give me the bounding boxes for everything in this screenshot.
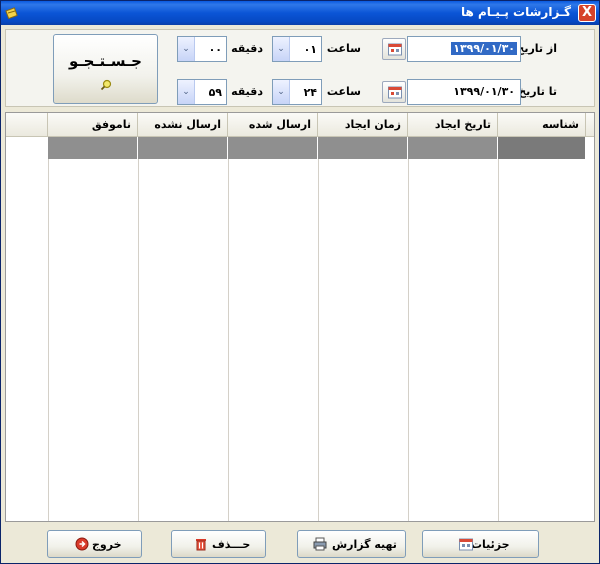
to-minute-label: دقیقه : [222, 85, 263, 98]
exit-button-label: خروج [92, 538, 122, 551]
table-cell[interactable] [138, 137, 228, 159]
delete-button-label: حـــذف [212, 538, 251, 551]
from-hour-select[interactable]: ⌄ ۰۱ [272, 36, 322, 62]
close-icon: X [581, 5, 593, 20]
from-minute-label: دقیقه : [222, 42, 263, 55]
magnifier-icon [100, 79, 112, 91]
delete-button[interactable]: حـــذف [171, 530, 266, 558]
table-cell[interactable] [48, 137, 138, 159]
to-date-value: ۱۳۹۹/۰۱/۳۰ [453, 85, 515, 98]
column-header-id[interactable]: شناسه [498, 113, 586, 137]
table-header: ناموفق ارسال نشده ارسال شده زمان ایجاد ت… [6, 113, 594, 137]
chevron-down-icon[interactable]: ⌄ [273, 37, 290, 61]
messages-table[interactable]: ناموفق ارسال نشده ارسال شده زمان ایجاد ت… [5, 112, 595, 522]
column-divider [498, 159, 499, 521]
details-button[interactable]: جزئیات [422, 530, 539, 558]
row-header-corner [6, 113, 48, 137]
to-minute-value: ۵۹ [208, 86, 222, 99]
table-cell[interactable] [408, 137, 498, 159]
from-hour-value: ۰۱ [303, 43, 317, 56]
create-report-button-label: تهیه گزارش [332, 538, 397, 551]
to-hour-select[interactable]: ⌄ ۲۴ [272, 79, 322, 105]
column-header-created-time[interactable]: زمان ایجاد [318, 113, 408, 137]
column-divider [408, 159, 409, 521]
calendar-icon [388, 86, 402, 99]
search-button[interactable]: جـسـتـجـو [53, 34, 158, 104]
app-icon [5, 7, 18, 20]
report-window: گـزارشات پـیـام ها X جـسـتـجـو از تاریخ … [0, 0, 600, 564]
search-button-label: جـسـتـجـو [69, 52, 142, 70]
column-divider [138, 159, 139, 521]
column-header-filler [586, 113, 594, 137]
table-cell[interactable] [228, 137, 318, 159]
to-calendar-button[interactable] [382, 81, 406, 103]
column-divider [228, 159, 229, 521]
create-report-button[interactable]: تهیه گزارش [297, 530, 406, 558]
from-calendar-button[interactable] [382, 38, 406, 60]
window-title: گـزارشات پـیـام ها [460, 5, 571, 19]
calendar-icon [388, 43, 402, 56]
from-date-input[interactable]: ۱۳۹۹/۰۱/۳۰ [407, 36, 521, 62]
column-divider [318, 159, 319, 521]
calendar-icon [459, 538, 473, 551]
trash-icon [196, 539, 206, 551]
table-row[interactable] [48, 137, 586, 159]
column-divider [48, 159, 49, 521]
chevron-down-icon[interactable]: ⌄ [178, 37, 195, 61]
from-minute-value: ۰۰ [208, 43, 222, 56]
from-minute-select[interactable]: ⌄ ۰۰ [177, 36, 227, 62]
details-button-label: جزئیات [471, 538, 510, 551]
to-hour-label: ساعت : [318, 85, 361, 98]
to-minute-select[interactable]: ⌄ ۵۹ [177, 79, 227, 105]
to-hour-value: ۲۴ [303, 86, 317, 99]
table-cell[interactable] [318, 137, 408, 159]
column-header-not-sent[interactable]: ارسال نشده [138, 113, 228, 137]
chevron-down-icon[interactable]: ⌄ [178, 80, 195, 104]
chevron-down-icon[interactable]: ⌄ [273, 80, 290, 104]
from-hour-label: ساعت : [318, 42, 361, 55]
table-cell[interactable] [498, 137, 586, 159]
exit-icon [75, 537, 89, 551]
column-header-created-date[interactable]: تاریخ ایجاد [408, 113, 498, 137]
close-button[interactable]: X [578, 4, 596, 22]
to-date-input[interactable]: ۱۳۹۹/۰۱/۳۰ [407, 79, 521, 105]
column-header-failed[interactable]: ناموفق [48, 113, 138, 137]
from-date-value: ۱۳۹۹/۰۱/۳۰ [451, 42, 517, 55]
printer-icon [313, 537, 327, 551]
exit-button[interactable]: خروج [47, 530, 142, 558]
title-bar[interactable]: گـزارشات پـیـام ها X [1, 1, 599, 25]
column-header-sent[interactable]: ارسال شده [228, 113, 318, 137]
